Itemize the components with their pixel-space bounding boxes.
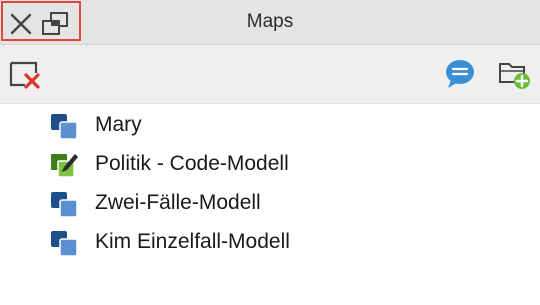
map-label: Zwei-Fälle-Modell [95, 191, 261, 214]
maps-list: Mary Politik - Code-Modell Zwei-Fälle-Mo… [0, 104, 540, 260]
list-item[interactable]: Kim Einzelfall-Modell [0, 221, 540, 260]
list-item[interactable]: Zwei-Fälle-Modell [0, 182, 540, 221]
new-folder-icon[interactable] [496, 58, 532, 90]
code-model-icon [51, 154, 78, 178]
map-label: Kim Einzelfall-Modell [95, 230, 290, 253]
undock-window-icon[interactable] [41, 11, 69, 37]
memo-speech-bubble-icon[interactable] [444, 58, 476, 90]
map-label: Politik - Code-Modell [95, 152, 289, 175]
map-stack-icon [51, 114, 78, 140]
map-stack-icon [51, 231, 78, 257]
window-controls-highlight [1, 1, 81, 41]
map-label: Mary [95, 113, 142, 136]
map-stack-icon [51, 192, 78, 218]
list-item[interactable]: Politik - Code-Modell [0, 143, 540, 182]
close-icon[interactable] [9, 12, 33, 36]
maps-panel: Maps Mary Politik - Code-Modell Zwei-Fäl… [0, 0, 540, 305]
delete-map-icon[interactable] [8, 59, 44, 91]
panel-title: Maps [246, 11, 294, 32]
title-bar: Maps [0, 0, 540, 45]
list-item[interactable]: Mary [0, 104, 540, 143]
toolbar [0, 45, 540, 104]
